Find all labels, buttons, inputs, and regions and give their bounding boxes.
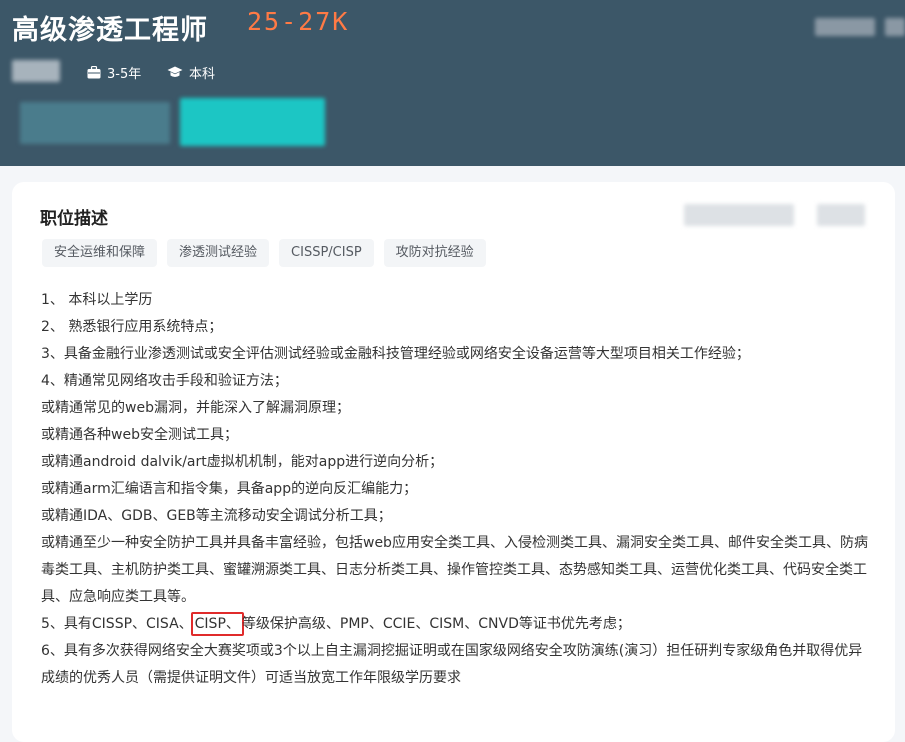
briefcase-icon (87, 65, 101, 78)
redacted-company-info-2 (885, 18, 905, 36)
redacted-apply-button[interactable] (180, 98, 325, 146)
education-text: 本科 (189, 66, 216, 82)
job-description-card: 职位描述 安全运维和保障 渗透测试经验 CISSP/CISP 攻防对抗经验 1、… (12, 182, 895, 742)
redacted-location (12, 60, 60, 82)
desc-line-certificates: 5、具有CISSP、CISA、 CISP、 等级保护高级、PMP、CCIE、CISM… (41, 611, 871, 638)
redacted-card-meta (684, 204, 794, 226)
redacted-card-meta-2 (817, 204, 865, 226)
graduation-cap-icon (167, 66, 183, 77)
desc-line: 4、精通常见网络攻击手段和验证方法； (41, 373, 288, 389)
section-title: 职位描述 (40, 209, 108, 229)
desc-line: 或精通常见的web漏洞，并能深入了解漏洞原理； (41, 400, 350, 416)
skill-tag: CISSP/CISP (279, 239, 374, 267)
job-header: 高级渗透工程师 25-27K 3-5年 本科 (0, 0, 905, 166)
redacted-company-info (815, 18, 875, 36)
skill-tag: 安全运维和保障 (42, 239, 158, 267)
desc-line: 或精通至少一种安全防护工具并具备丰富经验，包括web应用安全类工具、入侵检测类工… (41, 535, 868, 605)
cert-text-before: 5、具有CISSP、CISA、 (41, 616, 193, 632)
desc-line: 6、具有多次获得网络安全大赛奖项或3个以上自主漏洞挖掘证明或在国家级网络安全攻防… (41, 643, 863, 686)
skill-tags: 安全运维和保障 渗透测试经验 CISSP/CISP 攻防对抗经验 (42, 239, 486, 267)
description-body: 1、 本科以上学历 2、 熟悉银行应用系统特点； 3、具备金融行业渗透测试或安全… (41, 287, 871, 692)
salary: 25-27K (247, 7, 350, 36)
desc-line: 或精通android dalvik/art虚拟机机制，能对app进行逆向分析； (41, 454, 444, 470)
highlighted-cisp: CISP、 (190, 612, 244, 636)
desc-line: 2、 熟悉银行应用系统特点； (41, 319, 223, 335)
desc-line: 1、 本科以上学历 (41, 292, 153, 308)
education-meta: 本科 (167, 62, 215, 82)
experience-text: 3-5年 (107, 66, 142, 82)
skill-tag: 渗透测试经验 (167, 239, 270, 267)
desc-line: 或精通arm汇编语言和指令集，具备app的逆向反汇编能力； (41, 481, 418, 497)
cert-text-after: 等级保护高级、PMP、CCIE、CISM、CNVD等证书优先考虑； (241, 616, 631, 632)
skill-tag: 攻防对抗经验 (383, 239, 486, 267)
redacted-company-name (20, 102, 170, 144)
desc-line: 或精通IDA、GDB、GEB等主流移动安全调试分析工具； (41, 508, 392, 524)
desc-line: 或精通各种web安全测试工具； (41, 427, 238, 443)
job-title: 高级渗透工程师 (12, 15, 208, 46)
desc-line: 3、具备金融行业渗透测试或安全评估测试经验或金融科技管理经验或网络安全设备运营等… (41, 346, 750, 362)
experience-meta: 3-5年 (87, 62, 141, 82)
